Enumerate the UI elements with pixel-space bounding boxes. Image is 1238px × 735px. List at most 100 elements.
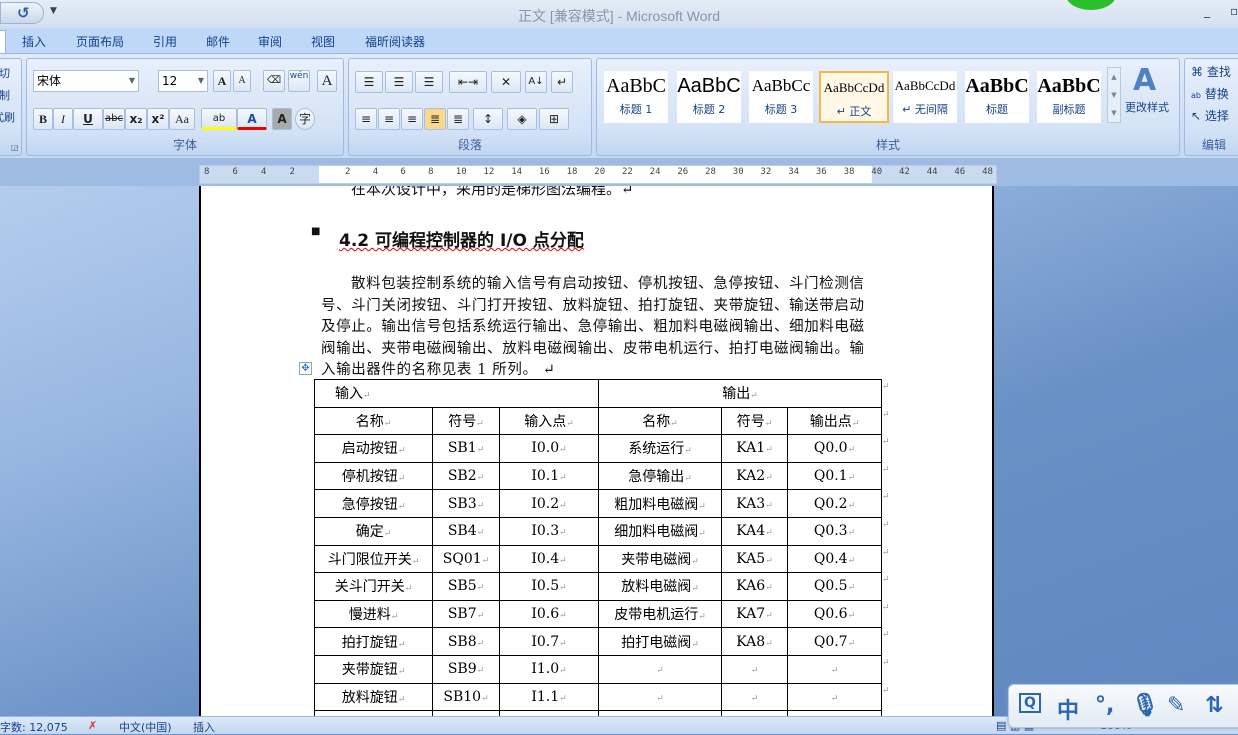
- ime-menu-icon[interactable]: ⇅: [1205, 693, 1223, 718]
- shrink-font-button[interactable]: A: [233, 70, 251, 92]
- chevron-down-icon[interactable]: ▼: [129, 71, 135, 91]
- table-cell[interactable]: KA5↵: [721, 544, 788, 574]
- table-cell[interactable]: 停机按钮↵: [314, 461, 433, 491]
- table-cell[interactable]: Q0.3↵: [787, 516, 882, 546]
- table-move-handle[interactable]: ✥: [299, 362, 312, 375]
- numbering-icon[interactable]: ☰: [385, 71, 413, 93]
- table-cell[interactable]: SQ01↵: [432, 544, 500, 574]
- table-cell[interactable]: Q0.6↵: [787, 599, 882, 629]
- table-cell[interactable]: SB1↵: [432, 434, 500, 463]
- table-cell[interactable]: 皮带电机运行↵: [598, 599, 722, 629]
- asian-layout-icon[interactable]: ✕: [491, 71, 521, 93]
- sort-icon[interactable]: A↓: [525, 71, 547, 93]
- font-color-button[interactable]: A: [237, 108, 267, 130]
- table-cell[interactable]: 斗门限位开关↵: [314, 544, 433, 574]
- table-cell[interactable]: Q0.5↵: [787, 572, 882, 601]
- table-cell[interactable]: ↵: [598, 654, 722, 684]
- table-cell[interactable]: 慢进料↵: [314, 599, 433, 629]
- insert-mode-status[interactable]: 插入: [193, 719, 215, 735]
- tab-review[interactable]: 审阅: [258, 33, 282, 50]
- select-button[interactable]: ↖ 选择: [1191, 107, 1229, 124]
- bullets-icon[interactable]: ☰: [355, 71, 383, 93]
- table-cell[interactable]: I1.1↵: [499, 682, 599, 712]
- style-title[interactable]: AaBbC 标题: [965, 71, 1029, 123]
- ime-logo-icon[interactable]: Q: [1019, 693, 1041, 713]
- highlight-button[interactable]: ab: [201, 108, 237, 130]
- table-cell[interactable]: 夹带电磁阀↵: [598, 544, 722, 574]
- tab-page-layout[interactable]: 页面布局: [76, 33, 124, 50]
- find-button[interactable]: ⌘ 查找: [1191, 63, 1231, 80]
- align-right-icon[interactable]: ≡: [401, 108, 423, 130]
- table-cell[interactable]: 细加料电磁阀↵: [598, 516, 722, 546]
- table-cell[interactable]: I0.7↵: [499, 627, 599, 656]
- table-cell[interactable]: I0.5↵: [499, 572, 599, 601]
- table-cell[interactable]: I0.2↵: [499, 489, 599, 518]
- table-cell[interactable]: 放料电磁阀↵: [598, 572, 722, 601]
- restore-button[interactable]: ▫: [1230, 4, 1238, 18]
- table-cell[interactable]: 急停输出↵: [598, 461, 722, 491]
- dialog-launcher-icon[interactable]: ◲: [11, 143, 19, 152]
- align-center-icon[interactable]: ≡: [378, 108, 400, 130]
- table-cell[interactable]: Q0.4↵: [787, 544, 882, 574]
- ime-punctuation-mode[interactable]: °,: [1095, 693, 1114, 718]
- strikethrough-button[interactable]: abc: [103, 108, 125, 130]
- table-cell[interactable]: 启动按钮↵: [314, 434, 433, 463]
- table-cell[interactable]: I0.1↵: [499, 461, 599, 491]
- phonetic-guide-button[interactable]: wén: [288, 70, 310, 92]
- table-cell[interactable]: Q0.0↵: [787, 434, 882, 463]
- borders-icon[interactable]: ⊞: [539, 108, 569, 130]
- tab-home[interactable]: [0, 30, 6, 54]
- shading-icon[interactable]: ◈: [507, 108, 537, 130]
- bold-button[interactable]: B: [33, 108, 53, 130]
- underline-button[interactable]: U: [73, 108, 103, 130]
- word-count[interactable]: 字数: 12,075: [0, 719, 68, 735]
- table-cell[interactable]: ↵: [721, 682, 788, 712]
- table-cell[interactable]: 确定↵: [314, 516, 433, 546]
- change-case-button[interactable]: Aa: [169, 108, 195, 130]
- distribute-icon[interactable]: ≣: [447, 108, 469, 130]
- table-cell[interactable]: SB2↵: [432, 461, 500, 491]
- proofing-icon[interactable]: ✗: [88, 719, 97, 732]
- styles-scrollbar[interactable]: ▲ ▼ ▼: [1107, 67, 1121, 123]
- justify-icon[interactable]: ≣: [424, 108, 446, 130]
- show-marks-icon[interactable]: ↵: [551, 71, 573, 93]
- font-size-combo[interactable]: 12 ▼: [158, 70, 208, 92]
- table-cell[interactable]: SB4↵: [432, 516, 500, 546]
- table-cell[interactable]: ↵: [598, 682, 722, 712]
- tab-view[interactable]: 视图: [311, 33, 335, 50]
- table-cell[interactable]: KA7↵: [721, 599, 788, 629]
- superscript-button[interactable]: x²: [147, 108, 169, 130]
- style-heading-1[interactable]: AaBbC 标题 1: [604, 71, 668, 123]
- table-cell[interactable]: Q0.1↵: [787, 461, 882, 491]
- table-cell[interactable]: 夹带旋钮↵: [314, 654, 433, 684]
- table-cell[interactable]: KA3↵: [721, 489, 788, 518]
- table-cell[interactable]: 拍打旋钮↵: [314, 627, 433, 656]
- multilevel-list-icon[interactable]: ☰: [415, 71, 443, 93]
- table-cell[interactable]: SB5↵: [432, 572, 500, 601]
- table-cell[interactable]: ↵: [787, 682, 882, 712]
- table-cell[interactable]: 急停按钮↵: [314, 489, 433, 518]
- table-cell[interactable]: SB10↵: [432, 682, 500, 712]
- indent-icons[interactable]: ⇤⇥: [449, 71, 487, 93]
- table-cell[interactable]: SB7↵: [432, 599, 500, 629]
- table-cell[interactable]: 系统运行↵: [598, 434, 722, 463]
- table-cell[interactable]: KA2↵: [721, 461, 788, 491]
- style-subtitle[interactable]: AaBbC 副标题: [1037, 71, 1101, 123]
- format-painter-button[interactable]: 式刷: [0, 109, 15, 125]
- table-cell[interactable]: 关斗门开关↵: [314, 572, 433, 601]
- table-cell[interactable]: SB9↵: [432, 654, 500, 684]
- table-cell[interactable]: I0.3↵: [499, 516, 599, 546]
- enclose-char-button[interactable]: 字: [295, 108, 315, 130]
- change-styles-button[interactable]: 更改样式: [1125, 99, 1169, 115]
- table-cell[interactable]: KA4↵: [721, 516, 788, 546]
- minimize-button[interactable]: _: [1204, 4, 1210, 18]
- tab-mailings[interactable]: 邮件: [206, 33, 230, 50]
- table-cell[interactable]: 拍打电磁阀↵: [598, 627, 722, 656]
- line-spacing-icon[interactable]: ↕: [473, 108, 503, 130]
- style-normal[interactable]: AaBbCcDd ↵ 正文: [819, 71, 889, 123]
- italic-button[interactable]: I: [53, 108, 73, 130]
- style-heading-3[interactable]: AaBbCc 标题 3: [749, 71, 813, 123]
- table-cell[interactable]: I0.0↵: [499, 434, 599, 463]
- table-cell[interactable]: I0.6↵: [499, 599, 599, 629]
- chevron-down-icon[interactable]: ▼: [198, 71, 204, 91]
